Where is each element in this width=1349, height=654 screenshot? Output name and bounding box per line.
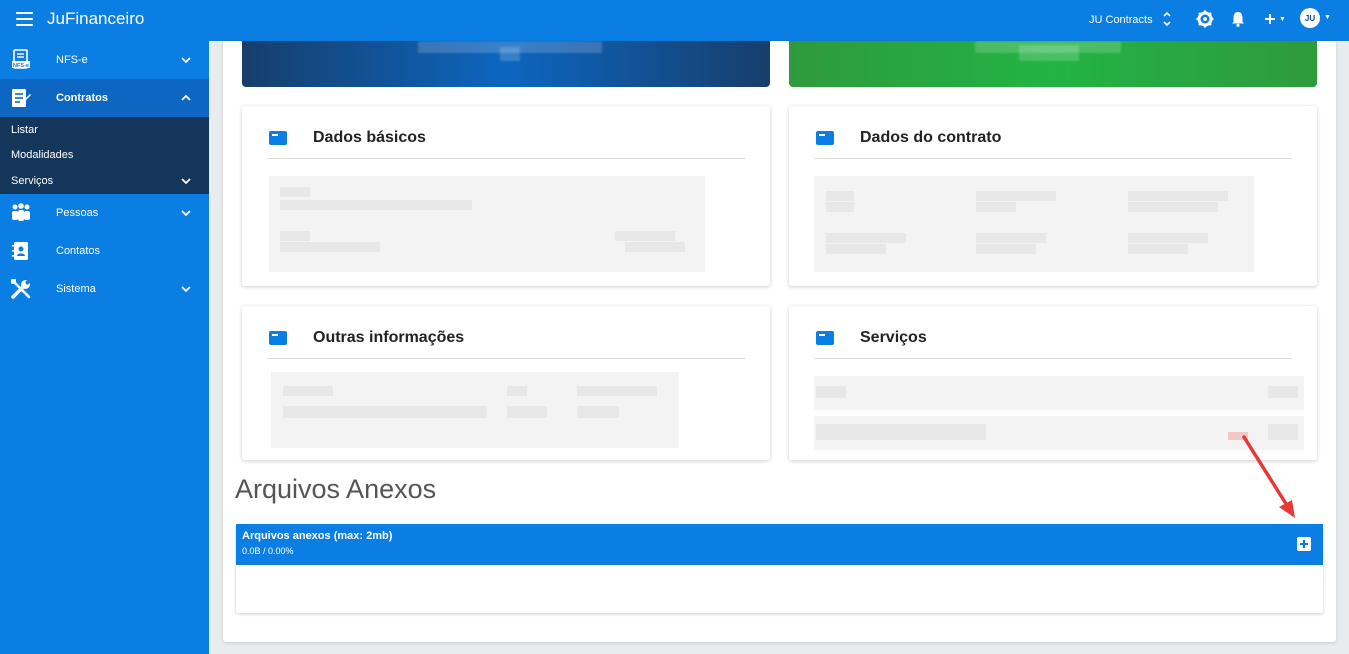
card-icon <box>816 331 834 345</box>
redacted-content <box>267 372 745 448</box>
sidebar-item-nfse[interactable]: NFS-e NFS-e <box>0 41 209 79</box>
card-header: Serviços <box>814 328 1292 359</box>
sidebar-item-contratos[interactable]: Contratos <box>0 79 209 117</box>
sidebar-item-label: Contratos <box>56 92 108 104</box>
add-attachment-button[interactable] <box>1297 537 1311 551</box>
avatar[interactable]: JU <box>1300 8 1320 28</box>
caret-down-icon[interactable]: ▼ <box>1324 14 1331 21</box>
organization-name: JU Contracts <box>1089 13 1153 26</box>
card-icon <box>269 331 287 345</box>
contract-icon <box>10 87 32 109</box>
contratos-submenu: Listar Modalidades Serviços <box>0 117 209 194</box>
plus-icon[interactable]: ▼ <box>1262 9 1288 29</box>
sidebar-subitem-label: Modalidades <box>11 149 74 162</box>
menu-icon[interactable] <box>16 12 33 26</box>
contacts-icon <box>10 240 32 262</box>
card-header: Dados básicos <box>267 128 745 159</box>
svg-text:NFS-e: NFS-e <box>13 63 29 69</box>
attachments-panel-title: Arquivos anexos (max: 2mb) <box>242 530 393 542</box>
card-servicos: Serviços <box>789 306 1317 460</box>
caret-down-icon: ▼ <box>1279 15 1286 23</box>
card-icon <box>816 131 834 145</box>
summary-banner-blue <box>242 41 770 87</box>
settings-icon[interactable] <box>1195 9 1215 29</box>
sidebar-item-label: Sistema <box>56 282 96 295</box>
attachments-dropzone[interactable] <box>236 565 1323 613</box>
sidebar-item-pessoas[interactable]: Pessoas <box>0 194 209 232</box>
sidebar-subitem-listar[interactable]: Listar <box>0 117 209 143</box>
sidebar: NFS-e NFS-e Contratos Listar Modalidades… <box>0 41 209 654</box>
chevron-down-icon <box>181 57 191 64</box>
redacted-content <box>814 176 1292 272</box>
card-title: Outras informações <box>313 329 465 346</box>
card-title: Dados do contrato <box>860 129 1002 146</box>
card-title: Serviços <box>860 329 927 346</box>
sidebar-item-label: Contatos <box>56 244 101 257</box>
summary-banner-green <box>789 41 1317 87</box>
card-header: Dados do contrato <box>814 128 1292 159</box>
card-title: Dados básicos <box>313 129 426 146</box>
chevron-down-icon <box>181 209 191 216</box>
sidebar-subitem-servicos[interactable]: Serviços <box>0 168 209 194</box>
sidebar-item-label: Pessoas <box>56 206 99 219</box>
tools-icon <box>10 278 32 300</box>
redacted-content <box>814 376 1304 450</box>
app-title[interactable]: JuFinanceiro <box>47 9 144 29</box>
sidebar-item-sistema[interactable]: Sistema <box>0 270 209 308</box>
bell-icon[interactable] <box>1228 9 1248 29</box>
attachments-uploader: Arquivos anexos (max: 2mb) 0.0B / 0.00% <box>236 524 1323 613</box>
card-dados-basicos: Dados básicos <box>242 106 770 286</box>
redacted-content <box>267 176 745 272</box>
sidebar-item-contatos[interactable]: Contatos <box>0 232 209 270</box>
nfse-icon: NFS-e <box>10 49 32 71</box>
organization-selector[interactable]: JU Contracts <box>1089 11 1171 28</box>
card-outras-informacoes: Outras informações <box>242 306 770 460</box>
card-icon <box>269 131 287 145</box>
chevron-down-icon <box>181 178 191 185</box>
attachments-header: Arquivos anexos (max: 2mb) 0.0B / 0.00% <box>236 524 1323 565</box>
sidebar-subitem-label: Serviços <box>11 174 54 187</box>
attachments-usage: 0.0B / 0.00% <box>242 546 294 556</box>
up-down-chevron-icon <box>1163 11 1171 28</box>
chevron-up-icon <box>181 94 191 101</box>
sidebar-subitem-modalidades[interactable]: Modalidades <box>0 143 209 169</box>
people-icon <box>10 202 32 224</box>
sidebar-subitem-label: Listar <box>11 123 38 136</box>
card-dados-contrato: Dados do contrato <box>789 106 1317 286</box>
top-bar: JuFinanceiro JU Contracts ▼ JU ▼ <box>0 0 1349 41</box>
card-header: Outras informações <box>267 328 745 359</box>
chevron-down-icon <box>181 285 191 292</box>
sidebar-item-label: NFS-e <box>56 54 88 66</box>
attachments-section-title: Arquivos Anexos <box>235 474 437 504</box>
